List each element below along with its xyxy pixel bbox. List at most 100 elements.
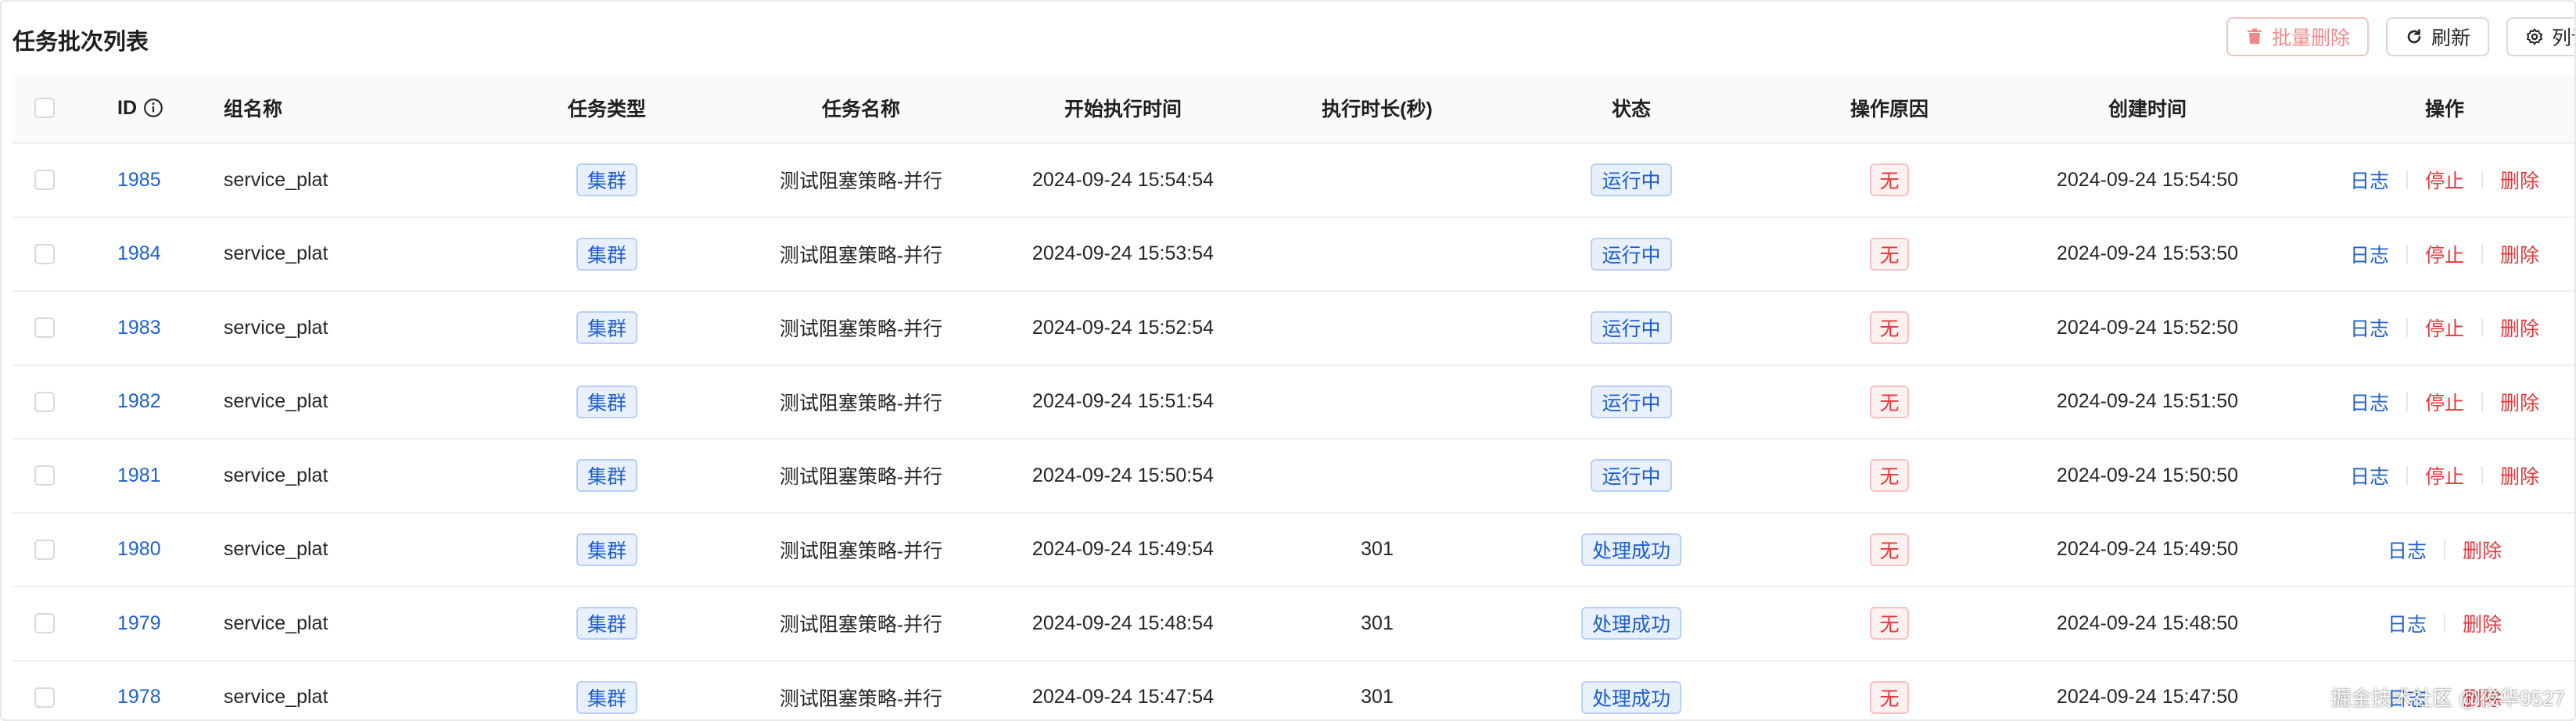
row-id-link[interactable]: 1981 [117,465,161,487]
table-row: 1978 service_plat 集群 测试阻塞策略-并行 2024-09-24 15… [13,662,2574,720]
row-reason-cell: 无 [1764,144,2015,217]
select-all-cell [34,74,55,142]
row-id-link[interactable]: 1980 [117,538,161,561]
col-header-duration: 执行时长(秒) [1322,99,1433,120]
row-created-time: 2024-09-24 15:48:50 [2056,612,2239,634]
col-header-group: 组名称 [224,99,283,120]
stop-action-link[interactable]: 停止 [2425,461,2464,490]
gear-icon [2526,28,2543,45]
task-type-tag: 集群 [576,459,637,493]
row-reason-cell: 无 [1764,439,2015,512]
status-badge: 运行中 [1591,163,1672,197]
log-action-link[interactable]: 日志 [2350,166,2389,194]
row-status-cell: 处理成功 [1514,514,1749,586]
task-type-tag: 集群 [576,385,637,418]
delete-action-link[interactable]: 删除 [2500,388,2539,416]
row-id-link[interactable]: 1982 [117,390,161,413]
row-id[interactable]: 1980 [117,514,161,586]
row-id-link[interactable]: 1984 [117,242,161,265]
row-id[interactable]: 1979 [117,587,161,660]
row-actions: 日志 停止 删除 [2296,439,2574,512]
delete-action-link[interactable]: 删除 [2500,314,2539,342]
stop-action-link[interactable]: 停止 [2425,166,2464,194]
row-checkbox[interactable] [34,539,55,560]
reason-badge: 无 [1870,533,1909,566]
table-row: 1981 service_plat 集群 测试阻塞策略-并行 2024-09-24 15… [13,439,2574,514]
delete-action-link[interactable]: 删除 [2500,166,2539,194]
row-task-name: 测试阻塞策略-并行 [779,170,943,193]
row-duration [1264,366,1491,439]
select-all-checkbox[interactable] [34,98,55,118]
row-group: service_plat [224,686,328,708]
stop-action-link[interactable]: 停止 [2425,240,2464,268]
col-header-status: 状态 [1611,99,1651,120]
row-id[interactable]: 1985 [117,144,161,217]
table-row: 1984 service_plat 集群 测试阻塞策略-并行 2024-09-24 15… [13,218,2574,292]
row-start-time: 2024-09-24 15:47:54 [1031,686,1214,708]
refresh-icon [2407,29,2421,44]
row-id[interactable]: 1983 [117,292,161,364]
stop-action-link[interactable]: 停止 [2425,388,2464,416]
log-action-link[interactable]: 日志 [2350,240,2389,268]
stop-action-link[interactable]: 停止 [2425,314,2464,342]
row-duration [1264,292,1491,364]
action-divider [2406,244,2408,264]
row-reason-cell: 无 [1764,662,2015,720]
refresh-button[interactable]: 刷新 [2385,17,2489,56]
log-action-link[interactable]: 日志 [2388,609,2427,637]
row-id-link[interactable]: 1985 [117,169,161,192]
row-id-link[interactable]: 1979 [117,612,161,635]
log-action-link[interactable]: 日志 [2350,314,2389,342]
row-select-cell [34,144,55,217]
row-created-time: 2024-09-24 15:49:50 [2056,538,2239,561]
delete-action-link[interactable]: 删除 [2463,609,2502,637]
row-status-cell: 运行中 [1514,292,1749,364]
info-circle-icon[interactable] [143,98,163,118]
action-divider [2444,540,2445,559]
row-id[interactable]: 1982 [117,366,161,439]
status-badge: 处理成功 [1580,607,1681,640]
row-type-cell: 集群 [497,292,716,364]
row-status-cell: 运行中 [1514,439,1749,512]
row-checkbox[interactable] [34,170,55,191]
row-checkbox[interactable] [34,613,55,634]
log-action-link[interactable]: 日志 [2388,536,2427,564]
row-id[interactable]: 1978 [117,662,161,720]
row-reason-cell: 无 [1764,218,2015,291]
row-actions: 日志 删除 [2296,514,2574,586]
batch-delete-button[interactable]: 批量删除 [2226,17,2369,56]
table-row: 1983 service_plat 集群 测试阻塞策略-并行 2024-09-24 15… [13,292,2574,366]
delete-action-link[interactable]: 删除 [2500,461,2539,490]
delete-action-link[interactable]: 删除 [2500,240,2539,268]
row-checkbox[interactable] [34,687,55,708]
row-task-name: 测试阻塞策略-并行 [779,318,943,341]
row-checkbox[interactable] [34,391,55,412]
row-select-cell [34,439,55,512]
row-created-time: 2024-09-24 15:54:50 [2056,168,2239,191]
row-group: service_plat [224,168,328,191]
row-checkbox[interactable] [34,317,55,339]
row-task-name: 测试阻塞策略-并行 [779,687,943,710]
row-id-link[interactable]: 1978 [117,686,161,708]
row-duration: 301 [1361,686,1394,708]
row-actions: 日志 删除 [2296,587,2574,660]
row-id[interactable]: 1984 [117,218,161,291]
status-badge: 运行中 [1591,311,1672,345]
log-action-link[interactable]: 日志 [2350,388,2389,416]
task-type-tag: 集群 [576,680,637,714]
page-title: 任务批次列表 [13,30,149,55]
row-group: service_plat [224,316,328,339]
refresh-label: 刷新 [2431,27,2470,49]
delete-action-link[interactable]: 删除 [2463,536,2502,564]
row-id[interactable]: 1981 [117,439,161,512]
action-divider [2406,170,2408,190]
row-checkbox[interactable] [34,243,55,264]
log-action-link[interactable]: 日志 [2350,461,2389,490]
row-id-link[interactable]: 1983 [117,317,161,339]
row-checkbox[interactable] [34,465,55,486]
row-actions: 日志 停止 删除 [2296,366,2574,439]
status-badge: 运行中 [1591,385,1672,418]
row-select-cell [34,514,55,586]
trash-icon [2247,28,2262,44]
column-settings-button[interactable]: 列设置 [2506,17,2574,56]
